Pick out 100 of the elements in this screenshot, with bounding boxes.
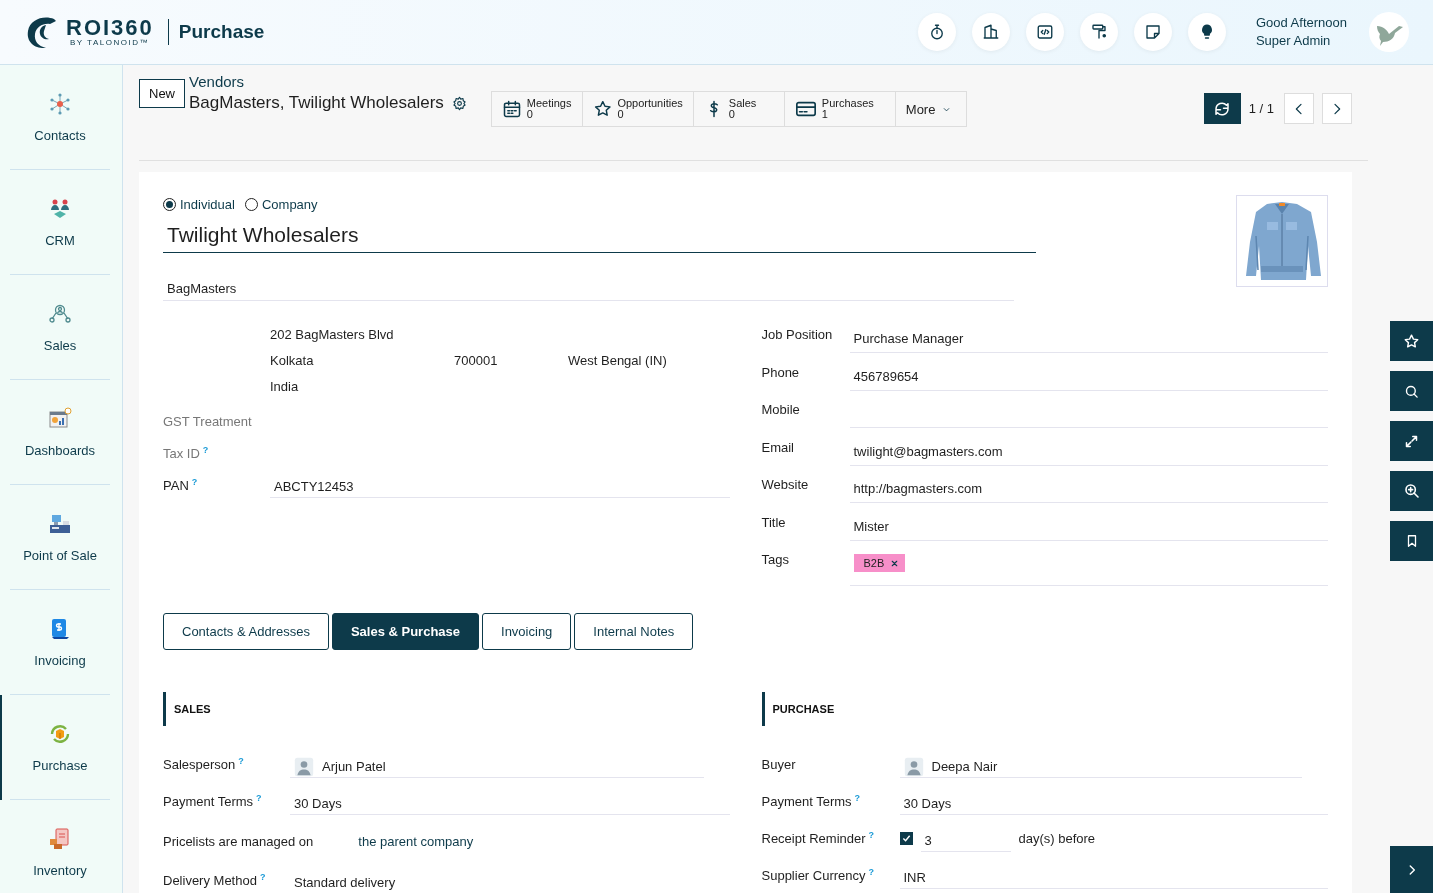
days-field[interactable]: 3: [920, 825, 1011, 852]
smart-button[interactable]: Opportunities 0: [582, 92, 694, 126]
tab[interactable]: Internal Notes: [574, 613, 694, 650]
field-label: Supplier Currency $^{?}$: [761, 867, 876, 884]
input-field[interactable]: Standard delivery: [290, 867, 730, 893]
sidebar-item[interactable]: Purchase: [0, 695, 122, 800]
user-name: Super Admin: [1255, 32, 1332, 50]
user-field[interactable]: Arjun Patel: [290, 751, 704, 778]
dashboard-icon: [48, 407, 72, 431]
type-radio[interactable]: Individual: [163, 196, 235, 212]
sidebar-item[interactable]: Contacts: [0, 65, 122, 170]
field-label: Email: [761, 438, 795, 455]
field-label: Payment Terms $^{?}$: [163, 793, 263, 810]
input-field[interactable]: Purchase Manager: [849, 321, 1328, 353]
company-field[interactable]: BagMasters: [163, 275, 1014, 301]
field-label: Job Position: [761, 326, 834, 342]
field-label: Payment Terms $^{?}$: [761, 793, 862, 810]
star-icon: [1403, 332, 1420, 350]
code-icon: [1035, 23, 1054, 41]
timer-button[interactable]: [917, 13, 956, 51]
bookmark-button[interactable]: [1390, 521, 1433, 561]
sidebar-item[interactable]: Invoicing: [0, 590, 122, 695]
sticky-note-icon: [1143, 23, 1162, 41]
input-field[interactable]: http://bagmasters.com: [849, 471, 1328, 503]
pager-counter: 1 / 1: [1248, 101, 1274, 116]
reminder-checkbox[interactable]: [899, 832, 913, 845]
input-field[interactable]: 30 Days: [290, 788, 730, 815]
field-label: Mobile: [761, 401, 801, 417]
input-field[interactable]: Mister: [849, 508, 1328, 541]
theme-button[interactable]: [1079, 13, 1118, 51]
street-field[interactable]: 202 BagMasters Blvd: [270, 321, 730, 347]
next-button[interactable]: [1322, 93, 1352, 124]
section-heading: SALES: [163, 692, 730, 726]
section-heading: PURCHASE: [761, 692, 1328, 726]
type-radio[interactable]: Company: [244, 196, 318, 212]
people-hub-icon: [48, 302, 72, 326]
settings-icon: [451, 95, 467, 111]
field-label: Delivery Method $^{?}$: [163, 872, 267, 889]
input-field[interactable]: INR: [899, 862, 1328, 889]
previous-button[interactable]: [1284, 93, 1314, 124]
more-button[interactable]: More: [895, 92, 967, 126]
sidebar-item[interactable]: Dashboards: [0, 380, 122, 485]
zoom-in-icon: [1403, 483, 1420, 499]
parent-company-link[interactable]: the parent company: [358, 833, 474, 849]
state-field[interactable]: West Bengal (IN): [568, 352, 667, 368]
expand-button[interactable]: [1390, 421, 1433, 461]
smart-button[interactable]: Sales 0: [693, 92, 785, 126]
field-label: Salesperson $^{?}$: [163, 756, 245, 773]
input-field[interactable]: 30 Days: [899, 788, 1328, 815]
field-label: Phone: [761, 363, 801, 380]
tag: B2B: [853, 554, 906, 572]
new-button[interactable]: New: [139, 79, 185, 108]
app-title: Purchase: [167, 19, 265, 45]
network-icon: [48, 92, 72, 116]
remove-icon: [890, 558, 900, 568]
breadcrumb-link[interactable]: Vendors: [189, 73, 467, 91]
calendar-icon: [501, 99, 522, 119]
tags-field[interactable]: B2B: [849, 546, 1328, 586]
avatar-icon: [903, 756, 924, 777]
name-field[interactable]: Twilight Wholesalers: [163, 219, 1036, 253]
tips-button[interactable]: [1187, 13, 1226, 51]
user-field[interactable]: Deepa Nair: [899, 751, 1302, 778]
smart-button[interactable]: Meetings 0: [491, 92, 583, 126]
tab[interactable]: Sales & Purchase: [331, 613, 480, 650]
tab[interactable]: Invoicing: [482, 613, 572, 650]
input-field[interactable]: twilight@bagmasters.com: [849, 433, 1328, 466]
sidebar-item[interactable]: Point of Sale: [0, 485, 122, 590]
input-field[interactable]: 456789654: [849, 358, 1328, 391]
record-title: BagMasters, Twilight Wholesalers: [189, 92, 444, 114]
smart-button[interactable]: Purchases 1: [784, 92, 896, 126]
tab[interactable]: Contacts & Addresses: [163, 613, 329, 650]
field-label: PAN $^{?}$: [163, 476, 199, 494]
company-button[interactable]: [971, 13, 1010, 51]
paint-roller-icon: [1089, 23, 1108, 41]
greeting: Good Afternoon: [1255, 14, 1347, 32]
developer-button[interactable]: [1025, 13, 1064, 51]
days-suffix: day(s) before: [1018, 831, 1096, 846]
search-button[interactable]: [1390, 371, 1433, 411]
star-icon: [592, 99, 613, 119]
city-field[interactable]: Kolkata: [270, 352, 454, 368]
refresh-button[interactable]: [1203, 93, 1241, 124]
search-icon: [1404, 383, 1419, 399]
notes-button[interactable]: [1133, 13, 1172, 51]
country-field[interactable]: India: [270, 373, 730, 399]
building-icon: [981, 23, 1000, 41]
cash-register-icon: [48, 512, 72, 536]
sidebar-item[interactable]: Sales: [0, 275, 122, 380]
field-label: GST Treatment: [163, 413, 253, 429]
zip-field[interactable]: 700001: [454, 352, 568, 368]
inventory-icon: [48, 827, 72, 851]
zoom-in-button[interactable]: [1390, 471, 1433, 511]
input-field[interactable]: ABCTY12453: [270, 472, 730, 498]
box-cycle-icon: [48, 722, 72, 746]
sidebar-item[interactable]: CRM: [0, 170, 122, 275]
field-label: Tags: [761, 551, 790, 567]
field-label: Buyer: [761, 757, 797, 772]
favorite-button[interactable]: [1390, 321, 1433, 361]
field-label: Tax ID $^{?}$: [163, 444, 210, 462]
handshake-icon: [48, 197, 72, 221]
avatar-icon[interactable]: [1369, 12, 1409, 52]
